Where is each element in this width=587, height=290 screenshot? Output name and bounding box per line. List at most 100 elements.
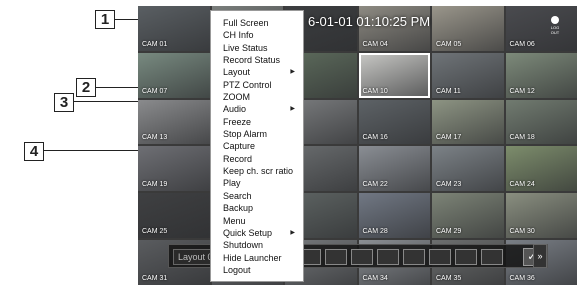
camera-tile[interactable]: CAM 19 <box>138 146 210 192</box>
menu-item-label: Play <box>223 178 241 189</box>
callout-3: 3 <box>54 93 74 112</box>
camera-tile[interactable]: CAM 18 <box>505 99 577 145</box>
split-36-button[interactable] <box>429 249 451 265</box>
menu-item-live-status[interactable]: Live Status <box>211 42 303 54</box>
menu-item-label: Capture <box>223 141 256 152</box>
menu-item-label: PTZ Control <box>223 79 272 90</box>
submenu-arrow-icon: ▶ <box>290 229 295 236</box>
menu-item-freeze[interactable]: Freeze <box>211 116 303 128</box>
camera-label: CAM 05 <box>436 40 462 48</box>
menu-item-ch-info[interactable]: CH Info <box>211 29 303 41</box>
split-25-button[interactable] <box>403 249 425 265</box>
camera-label: CAM 10 <box>362 87 388 95</box>
camera-label: CAM 24 <box>509 181 535 189</box>
camera-tile[interactable]: CAM 13 <box>138 99 210 145</box>
camera-label: CAM 04 <box>362 40 388 48</box>
split-4-button[interactable] <box>325 249 347 265</box>
menu-item-play[interactable]: Play <box>211 177 303 189</box>
camera-tile[interactable]: CAM 28 <box>358 193 430 239</box>
menu-item-label: Full Screen <box>223 18 269 28</box>
submenu-arrow-icon: ▶ <box>290 106 295 113</box>
menu-item-keep-ch-scr-ratio[interactable]: Keep ch. scr ratio <box>211 165 303 177</box>
menu-item-label: Search <box>223 190 252 201</box>
camera-tile[interactable]: CAM 17 <box>432 99 504 145</box>
user-head-icon <box>551 16 559 24</box>
camera-tile[interactable]: CAM 23 <box>432 146 504 192</box>
menu-item-label: Quick Setup <box>223 227 273 238</box>
live-view-screen: CAM 01 CAM 04 CAM 05 CAM 06 CAM 07 CAM 10 CAM … <box>138 6 577 285</box>
logout-label: LOG OUT <box>550 25 560 35</box>
camera-label: CAM 17 <box>436 134 462 142</box>
camera-label: CAM 06 <box>509 40 535 48</box>
camera-label: CAM 36 <box>509 274 535 282</box>
menu-item-full-screen[interactable]: Full Screen <box>211 17 303 29</box>
menu-item-zoom[interactable]: ZOOM <box>211 91 303 103</box>
callout-1: 1 <box>95 10 115 29</box>
menu-item-ptz-control[interactable]: PTZ Control <box>211 79 303 91</box>
camera-tile[interactable]: CAM 12 <box>505 52 577 98</box>
menu-item-label: Keep ch. scr ratio <box>223 166 294 177</box>
context-menu: Full Screen CH Info Live Status Record Stat… <box>210 10 304 282</box>
camera-tile[interactable]: CAM 22 <box>358 146 430 192</box>
camera-label: CAM 31 <box>142 274 168 282</box>
menu-item-record[interactable]: Record <box>211 153 303 165</box>
camera-label: CAM 29 <box>436 228 462 236</box>
callout-2: 2 <box>76 78 96 97</box>
camera-tile[interactable]: CAM 25 <box>138 193 210 239</box>
menu-item-search[interactable]: Search <box>211 190 303 202</box>
menu-item-stop-alarm[interactable]: Stop Alarm <box>211 128 303 140</box>
menu-item-menu[interactable]: Menu <box>211 215 303 227</box>
menu-item-record-status[interactable]: Record Status <box>211 54 303 66</box>
camera-label: CAM 12 <box>509 87 535 95</box>
camera-label: CAM 22 <box>362 181 388 189</box>
live-timestamp: 6-01-01 01:10:25 PM <box>308 14 431 29</box>
camera-tile[interactable]: CAM 16 <box>358 99 430 145</box>
camera-tile[interactable]: CAM 29 <box>432 193 504 239</box>
camera-label: CAM 35 <box>436 274 462 282</box>
camera-tile[interactable]: CAM 11 <box>432 52 504 98</box>
camera-label: CAM 30 <box>509 228 535 236</box>
submenu-arrow-icon: ▶ <box>290 69 295 76</box>
menu-item-label: Audio <box>223 104 247 115</box>
menu-item-hide-launcher[interactable]: Hide Launcher <box>211 252 303 264</box>
camera-label: CAM 19 <box>142 181 168 189</box>
menu-item-layout[interactable]: Layout ▶ <box>211 66 303 78</box>
menu-item-label: Shutdown <box>223 240 264 251</box>
camera-label: CAM 01 <box>142 40 168 48</box>
camera-label: CAM 18 <box>509 134 535 142</box>
camera-label: CAM 16 <box>362 134 388 142</box>
camera-tile[interactable]: CAM 24 <box>505 146 577 192</box>
menu-item-logout[interactable]: Logout <box>211 264 303 276</box>
menu-item-backup[interactable]: Backup <box>211 202 303 214</box>
menu-item-label: Hide Launcher <box>223 252 282 263</box>
audio-button[interactable] <box>481 249 503 265</box>
menu-item-label: Menu <box>223 215 246 226</box>
menu-item-capture[interactable]: Capture <box>211 140 303 152</box>
callout-4: 4 <box>24 142 44 161</box>
menu-item-label: Stop Alarm <box>223 129 268 140</box>
split-16-button[interactable] <box>377 249 399 265</box>
menu-item-label: Freeze <box>223 116 252 127</box>
menu-item-audio[interactable]: Audio ▶ <box>211 103 303 115</box>
camera-tile[interactable]: CAM 30 <box>505 193 577 239</box>
menu-item-label: Backup <box>223 203 254 214</box>
sequence-button[interactable] <box>455 249 477 265</box>
launcher-expand-button[interactable]: » <box>533 244 547 268</box>
camera-tile[interactable]: CAM 05 <box>432 6 504 51</box>
menu-item-label: CH Info <box>223 30 254 41</box>
camera-label: CAM 23 <box>436 181 462 189</box>
menu-item-label: Logout <box>223 264 251 275</box>
camera-tile[interactable]: CAM 01 <box>138 6 210 51</box>
camera-label: CAM 11 <box>436 87 461 95</box>
split-9-button[interactable] <box>351 249 373 265</box>
camera-label: CAM 25 <box>142 228 168 236</box>
camera-label: CAM 34 <box>362 274 388 282</box>
menu-item-quick-setup[interactable]: Quick Setup ▶ <box>211 227 303 239</box>
menu-item-shutdown[interactable]: Shutdown <box>211 239 303 251</box>
camera-label: CAM 28 <box>362 228 388 236</box>
camera-tile[interactable]: CAM 06 <box>505 6 577 51</box>
logout-icon[interactable]: LOG OUT <box>547 16 563 38</box>
camera-tile[interactable]: CAM 07 <box>138 52 210 98</box>
menu-item-label: Record <box>223 153 253 164</box>
camera-tile[interactable]: CAM 10 <box>358 52 430 98</box>
